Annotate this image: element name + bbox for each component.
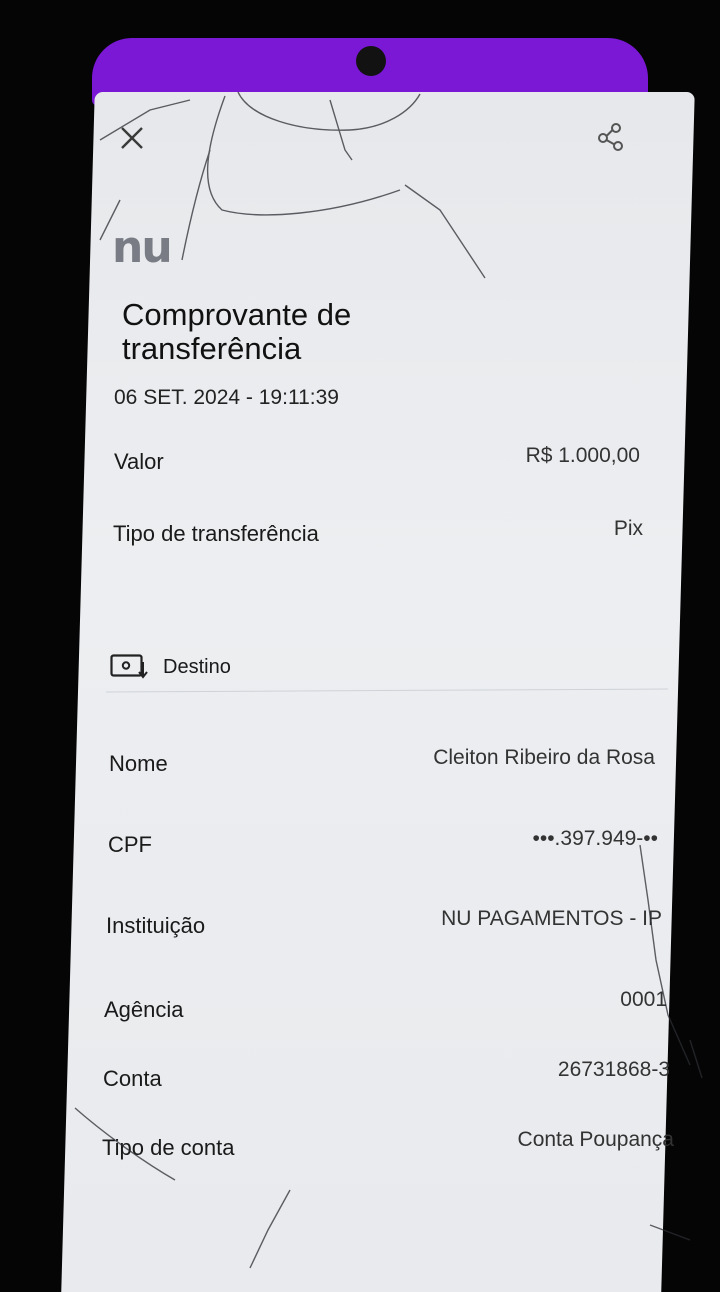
destination-label-instituicao: Instituição (106, 913, 206, 938)
destination-value-agencia: 0001 (620, 988, 667, 1011)
share-button[interactable] (594, 120, 630, 156)
share-icon (598, 123, 623, 151)
destination-label-agencia: Agência (104, 997, 184, 1022)
destination-label-tipo-conta: Tipo de conta (102, 1135, 235, 1160)
close-button[interactable] (116, 122, 148, 154)
summary-label-valor: Valor (114, 449, 164, 474)
destination-label-conta: Conta (103, 1066, 162, 1091)
destination-value-instituicao: NU PAGAMENTOS - IP (441, 907, 662, 930)
summary-value-tipo-transferencia: Pix (613, 517, 643, 540)
destination-section-label: Destino (163, 656, 231, 678)
summary-value-valor: R$ 1.000,00 (525, 444, 640, 467)
front-camera (356, 46, 386, 76)
destination-value-conta: 26731868-3 (557, 1058, 670, 1081)
account-transfer-icon (110, 654, 148, 680)
destination-label-cpf: CPF (108, 832, 152, 857)
summary-label-tipo-transferencia: Tipo de transferência (113, 521, 319, 546)
destination-value-tipo-conta: Conta Poupança (517, 1128, 674, 1151)
destination-value-cpf: •••.397.949-•• (532, 827, 659, 850)
close-icon (121, 127, 143, 149)
destination-label-nome: Nome (109, 751, 168, 776)
transfer-datetime: 06 SET. 2024 - 19:11:39 (114, 386, 339, 409)
nubank-logo: nu (112, 222, 173, 273)
destination-value-nome: Cleiton Ribeiro da Rosa (433, 746, 655, 769)
page-title: Comprovante de transferência (122, 297, 352, 366)
